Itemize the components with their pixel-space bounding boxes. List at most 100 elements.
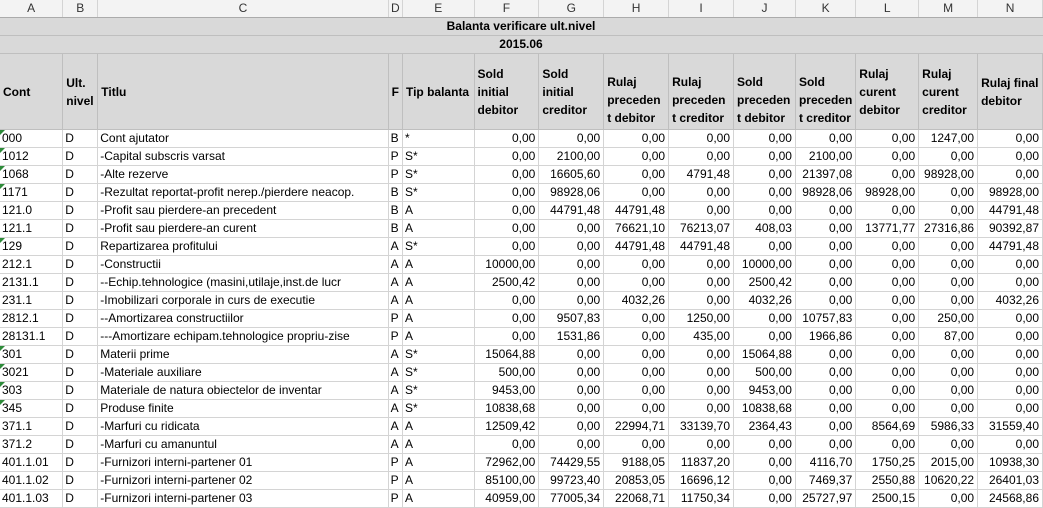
cell-sold-precedent-debitor[interactable]: 2500,42 — [733, 273, 796, 292]
cell-rulaj-precedent-creditor[interactable]: 0,00 — [668, 345, 734, 364]
cell-rulaj-final-debitor[interactable]: 44791,48 — [977, 201, 1043, 220]
cell-titlu[interactable]: -Profit sau pierdere-an curent — [97, 219, 389, 238]
cell-rulaj-precedent-creditor[interactable]: 435,00 — [668, 327, 734, 346]
cell-f[interactable]: A — [388, 291, 403, 310]
cell-cont[interactable]: 28131.1 — [0, 327, 64, 346]
column-letter-j[interactable]: J — [733, 0, 796, 18]
cell-titlu[interactable]: -Capital subscris varsat — [97, 147, 389, 166]
cell-sold-precedent-debitor[interactable]: 0,00 — [733, 327, 796, 346]
cell-sold-initial-debitor[interactable]: 0,00 — [474, 291, 540, 310]
cell-ult-nivel[interactable]: D — [62, 399, 99, 418]
cell-sold-initial-creditor[interactable]: 2100,00 — [538, 147, 605, 166]
cell-ult-nivel[interactable]: D — [62, 435, 99, 454]
cell-sold-initial-debitor[interactable]: 10000,00 — [474, 255, 540, 274]
cell-titlu[interactable]: Materii prime — [97, 345, 389, 364]
cell-rulaj-precedent-creditor[interactable]: 0,00 — [668, 363, 734, 382]
cell-rulaj-curent-debitor[interactable]: 98928,00 — [855, 183, 920, 202]
cell-sold-initial-debitor[interactable]: 72962,00 — [474, 453, 540, 472]
cell-rulaj-precedent-debitor[interactable]: 0,00 — [603, 327, 670, 346]
cell-titlu[interactable]: Cont ajutator — [97, 129, 389, 148]
cell-cont[interactable]: 2131.1 — [0, 273, 64, 292]
cell-rulaj-curent-debitor[interactable]: 0,00 — [855, 363, 920, 382]
cell-rulaj-final-debitor[interactable]: 0,00 — [977, 147, 1043, 166]
cell-rulaj-precedent-creditor[interactable]: 0,00 — [668, 201, 734, 220]
cell-tip-balanta[interactable]: A — [402, 453, 475, 472]
header-sold-initial-creditor[interactable]: Sold initial creditor — [538, 53, 605, 130]
cell-rulaj-curent-creditor[interactable]: 0,00 — [918, 255, 979, 274]
cell-rulaj-final-debitor[interactable]: 31559,40 — [977, 417, 1043, 436]
cell-rulaj-precedent-creditor[interactable]: 0,00 — [668, 255, 734, 274]
cell-rulaj-curent-creditor[interactable]: 27316,86 — [918, 219, 979, 238]
cell-tip-balanta[interactable]: S* — [402, 147, 475, 166]
cell-sold-initial-creditor[interactable]: 1531,86 — [538, 327, 605, 346]
cell-rulaj-precedent-creditor[interactable]: 0,00 — [668, 183, 734, 202]
cell-f[interactable]: A — [388, 435, 403, 454]
cell-sold-precedent-creditor[interactable]: 2100,00 — [795, 147, 857, 166]
cell-rulaj-precedent-debitor[interactable]: 9188,05 — [603, 453, 670, 472]
cell-rulaj-precedent-creditor[interactable]: 44791,48 — [668, 237, 734, 256]
cell-ult-nivel[interactable]: D — [62, 363, 99, 382]
cell-sold-precedent-creditor[interactable]: 0,00 — [795, 201, 857, 220]
cell-sold-precedent-debitor[interactable]: 4032,26 — [733, 291, 796, 310]
cell-rulaj-final-debitor[interactable]: 0,00 — [977, 399, 1043, 418]
cell-rulaj-final-debitor[interactable]: 0,00 — [977, 273, 1043, 292]
header-rulaj-precedent-creditor[interactable]: Rulaj preceden t creditor — [668, 53, 734, 130]
cell-rulaj-curent-debitor[interactable]: 0,00 — [855, 147, 920, 166]
cell-rulaj-curent-debitor[interactable]: 13771,77 — [855, 219, 920, 238]
cell-cont[interactable]: 2812.1 — [0, 309, 64, 328]
cell-sold-precedent-creditor[interactable]: 0,00 — [795, 219, 857, 238]
cell-sold-initial-debitor[interactable]: 0,00 — [474, 129, 540, 148]
cell-tip-balanta[interactable]: A — [402, 309, 475, 328]
header-cont[interactable]: Cont — [0, 53, 64, 130]
header-sold-initial-debitor[interactable]: Sold initial debitor — [474, 53, 540, 130]
cell-rulaj-curent-creditor[interactable]: 87,00 — [918, 327, 979, 346]
cell-rulaj-precedent-creditor[interactable]: 1250,00 — [668, 309, 734, 328]
cell-tip-balanta[interactable]: A — [402, 471, 475, 490]
column-letter-f[interactable]: F — [474, 0, 540, 18]
cell-tip-balanta[interactable]: S* — [402, 237, 475, 256]
cell-rulaj-curent-creditor[interactable]: 1247,00 — [918, 129, 979, 148]
cell-cont[interactable]: 212.1 — [0, 255, 64, 274]
cell-cont[interactable]: 401.1.01 — [0, 453, 64, 472]
cell-f[interactable]: A — [388, 417, 403, 436]
cell-cont[interactable]: 000 — [0, 129, 64, 148]
cell-f[interactable]: A — [388, 255, 403, 274]
cell-f[interactable]: B — [388, 183, 403, 202]
cell-ult-nivel[interactable]: D — [62, 219, 99, 238]
header-sold-precedent-creditor[interactable]: Sold preceden t creditor — [795, 53, 857, 130]
column-letter-h[interactable]: H — [603, 0, 670, 18]
cell-sold-initial-creditor[interactable]: 16605,60 — [538, 165, 605, 184]
cell-cont[interactable]: 303 — [0, 381, 64, 400]
cell-rulaj-curent-creditor[interactable]: 0,00 — [918, 363, 979, 382]
cell-ult-nivel[interactable]: D — [62, 327, 99, 346]
cell-tip-balanta[interactable]: A — [402, 201, 475, 220]
cell-rulaj-curent-debitor[interactable]: 1750,25 — [855, 453, 920, 472]
cell-sold-initial-creditor[interactable]: 9507,83 — [538, 309, 605, 328]
cell-titlu[interactable]: -Imobilizari corporale in curs de execut… — [97, 291, 389, 310]
header-ult-nivel[interactable]: Ult. nivel — [62, 53, 99, 130]
column-letter-n[interactable]: N — [977, 0, 1043, 18]
cell-f[interactable]: P — [388, 327, 403, 346]
cell-rulaj-curent-debitor[interactable]: 8564,69 — [855, 417, 920, 436]
cell-ult-nivel[interactable]: D — [62, 255, 99, 274]
cell-titlu[interactable]: --Echip.tehnologice (masini,utilaje,inst… — [97, 273, 389, 292]
header-rulaj-curent-debitor[interactable]: Rulaj curent debitor — [855, 53, 920, 130]
cell-sold-initial-creditor[interactable]: 74429,55 — [538, 453, 605, 472]
cell-tip-balanta[interactable]: S* — [402, 345, 475, 364]
cell-rulaj-curent-creditor[interactable]: 0,00 — [918, 147, 979, 166]
header-tip-balanta[interactable]: Tip balanta — [402, 53, 475, 130]
cell-sold-precedent-debitor[interactable]: 0,00 — [733, 147, 796, 166]
header-rulaj-final-debitor[interactable]: Rulaj final debitor — [977, 53, 1043, 130]
cell-rulaj-precedent-creditor[interactable]: 0,00 — [668, 129, 734, 148]
cell-rulaj-curent-debitor[interactable]: 2550,88 — [855, 471, 920, 490]
cell-tip-balanta[interactable]: S* — [402, 183, 475, 202]
column-letter-d[interactable]: D — [388, 0, 403, 18]
cell-sold-precedent-creditor[interactable]: 7469,37 — [795, 471, 857, 490]
cell-sold-initial-debitor[interactable]: 0,00 — [474, 183, 540, 202]
column-letter-c[interactable]: C — [97, 0, 389, 18]
cell-sold-precedent-debitor[interactable]: 0,00 — [733, 165, 796, 184]
cell-cont[interactable]: 345 — [0, 399, 64, 418]
cell-tip-balanta[interactable]: A — [402, 417, 475, 436]
cell-sold-initial-creditor[interactable]: 0,00 — [538, 435, 605, 454]
cell-cont[interactable]: 129 — [0, 237, 64, 256]
